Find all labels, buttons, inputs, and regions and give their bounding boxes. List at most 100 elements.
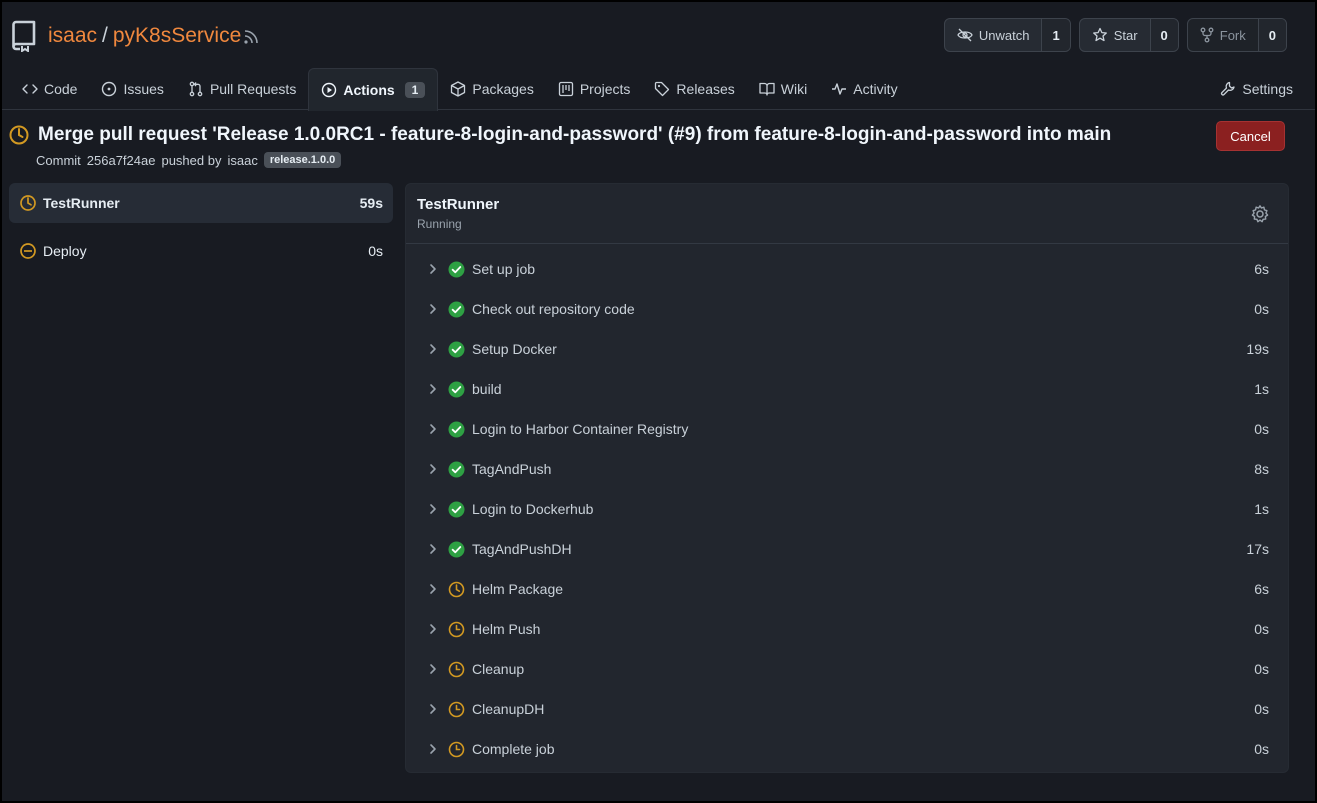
star-button[interactable]: Star 0 bbox=[1078, 18, 1179, 52]
step-expand-toggle[interactable] bbox=[428, 743, 440, 755]
step-row[interactable]: Check out repository code 0s bbox=[406, 289, 1288, 329]
code-icon bbox=[22, 83, 38, 94]
step-status bbox=[448, 741, 466, 758]
watch-count[interactable]: 1 bbox=[1041, 19, 1070, 51]
clock-icon bbox=[448, 621, 465, 637]
tab-pull-requests[interactable]: Pull Requests bbox=[176, 67, 308, 110]
step-duration: 1s bbox=[1254, 501, 1269, 517]
check-circle-icon bbox=[448, 261, 465, 277]
rss-icon[interactable] bbox=[242, 28, 260, 46]
in-progress-icon bbox=[448, 581, 465, 597]
commit-sha-link[interactable]: 256a7f24ae bbox=[87, 153, 156, 168]
step-expand-toggle[interactable] bbox=[428, 303, 440, 315]
chevron-right-icon bbox=[430, 584, 436, 594]
step-name: Login to Dockerhub bbox=[472, 501, 594, 517]
tab-packages-label: Packages bbox=[472, 80, 534, 97]
step-expand-toggle[interactable] bbox=[428, 663, 440, 675]
step-duration: 6s bbox=[1254, 581, 1269, 597]
step-row[interactable]: Login to Dockerhub 1s bbox=[406, 489, 1288, 529]
step-expand-toggle[interactable] bbox=[428, 503, 440, 515]
step-expand-toggle[interactable] bbox=[428, 463, 440, 475]
chevron-right-icon bbox=[430, 264, 436, 274]
tab-issues[interactable]: Issues bbox=[89, 67, 175, 110]
job-name: Deploy bbox=[43, 243, 87, 259]
steps-list: Set up job 6s Check out repository code 0s S… bbox=[406, 244, 1288, 769]
job-item-testrunner[interactable]: TestRunner 59s bbox=[9, 183, 393, 223]
chevron-right-icon bbox=[430, 384, 436, 394]
step-name: TagAndPush bbox=[472, 461, 552, 477]
step-expand-toggle[interactable] bbox=[428, 583, 440, 595]
step-row[interactable]: Cleanup 0s bbox=[406, 649, 1288, 689]
step-status bbox=[448, 341, 466, 358]
clock-icon bbox=[448, 741, 465, 757]
step-expand-toggle[interactable] bbox=[428, 703, 440, 715]
step-row[interactable]: Set up job 6s bbox=[406, 249, 1288, 289]
step-row[interactable]: TagAndPush 8s bbox=[406, 449, 1288, 489]
fork-label: Fork bbox=[1219, 27, 1246, 43]
step-status bbox=[448, 421, 466, 438]
tab-code[interactable]: Code bbox=[10, 67, 89, 110]
pull-request-icon bbox=[189, 81, 203, 96]
tab-issues-label: Issues bbox=[123, 80, 164, 97]
step-name: Setup Docker bbox=[472, 341, 557, 357]
step-expand-toggle[interactable] bbox=[428, 423, 440, 435]
chevron-right-icon bbox=[430, 664, 436, 674]
step-expand-toggle[interactable] bbox=[428, 383, 440, 395]
unwatch-label: Unwatch bbox=[978, 27, 1030, 43]
step-duration: 17s bbox=[1246, 541, 1269, 557]
gear-icon[interactable] bbox=[1250, 204, 1270, 224]
step-row[interactable]: build 1s bbox=[406, 369, 1288, 409]
step-name: Check out repository code bbox=[472, 301, 635, 317]
step-row[interactable]: CleanupDH 0s bbox=[406, 689, 1288, 729]
step-row[interactable]: Helm Package 6s bbox=[406, 569, 1288, 609]
project-icon bbox=[558, 81, 573, 96]
eye-slash-icon bbox=[957, 28, 973, 42]
step-status bbox=[448, 661, 466, 678]
check-circle-icon bbox=[448, 381, 465, 397]
pushed-by-text: pushed by bbox=[161, 152, 222, 168]
step-row[interactable]: Setup Docker 19s bbox=[406, 329, 1288, 369]
tab-releases[interactable]: Releases bbox=[642, 67, 746, 110]
repo-separator: / bbox=[102, 24, 108, 47]
step-row[interactable]: TagAndPushDH 17s bbox=[406, 529, 1288, 569]
release-tag-badge[interactable]: release.1.0.0 bbox=[263, 152, 342, 168]
check-circle-icon bbox=[448, 301, 465, 317]
unwatch-button[interactable]: Unwatch 1 bbox=[943, 18, 1071, 52]
step-duration: 0s bbox=[1254, 421, 1269, 437]
cancel-button[interactable]: Cancel bbox=[1216, 121, 1285, 151]
tab-wiki[interactable]: Wiki bbox=[747, 67, 819, 110]
step-status bbox=[448, 581, 466, 598]
job-item-deploy[interactable]: Deploy 0s bbox=[9, 231, 393, 271]
repo-name-link[interactable]: pyK8sService bbox=[113, 24, 241, 48]
step-expand-toggle[interactable] bbox=[428, 623, 440, 635]
tab-actions[interactable]: Actions 1 bbox=[308, 68, 439, 111]
step-status bbox=[448, 261, 466, 278]
fork-button[interactable]: Fork 0 bbox=[1186, 18, 1287, 52]
step-duration: 0s bbox=[1254, 661, 1269, 677]
package-icon bbox=[451, 80, 466, 97]
step-row[interactable]: Login to Harbor Container Registry 0s bbox=[406, 409, 1288, 449]
in-progress-icon bbox=[20, 195, 36, 211]
job-name: TestRunner bbox=[43, 195, 120, 211]
tab-packages[interactable]: Packages bbox=[438, 67, 545, 110]
repo-owner-link[interactable]: isaac bbox=[48, 24, 97, 48]
step-row[interactable]: Helm Push 0s bbox=[406, 609, 1288, 649]
star-count[interactable]: 0 bbox=[1149, 19, 1178, 51]
step-row[interactable]: Complete job 0s bbox=[406, 729, 1288, 769]
step-name: Complete job bbox=[472, 741, 555, 757]
tab-activity[interactable]: Activity bbox=[819, 67, 909, 110]
tab-pull-requests-label: Pull Requests bbox=[209, 80, 297, 97]
commit-prefix: Commit bbox=[36, 152, 81, 168]
pusher-link[interactable]: isaac bbox=[227, 153, 257, 168]
chevron-right-icon bbox=[430, 504, 436, 514]
step-expand-toggle[interactable] bbox=[428, 263, 440, 275]
step-expand-toggle[interactable] bbox=[428, 343, 440, 355]
step-expand-toggle[interactable] bbox=[428, 543, 440, 555]
step-name: Set up job bbox=[472, 261, 536, 277]
fork-count[interactable]: 0 bbox=[1257, 19, 1286, 51]
header-buttons: Unwatch 1 Star 0 Fork 0 bbox=[943, 18, 1287, 52]
step-status bbox=[448, 541, 466, 558]
tab-settings-label: Settings bbox=[1242, 80, 1293, 97]
tab-settings[interactable]: Settings bbox=[1220, 67, 1293, 110]
tab-projects[interactable]: Projects bbox=[546, 67, 643, 110]
